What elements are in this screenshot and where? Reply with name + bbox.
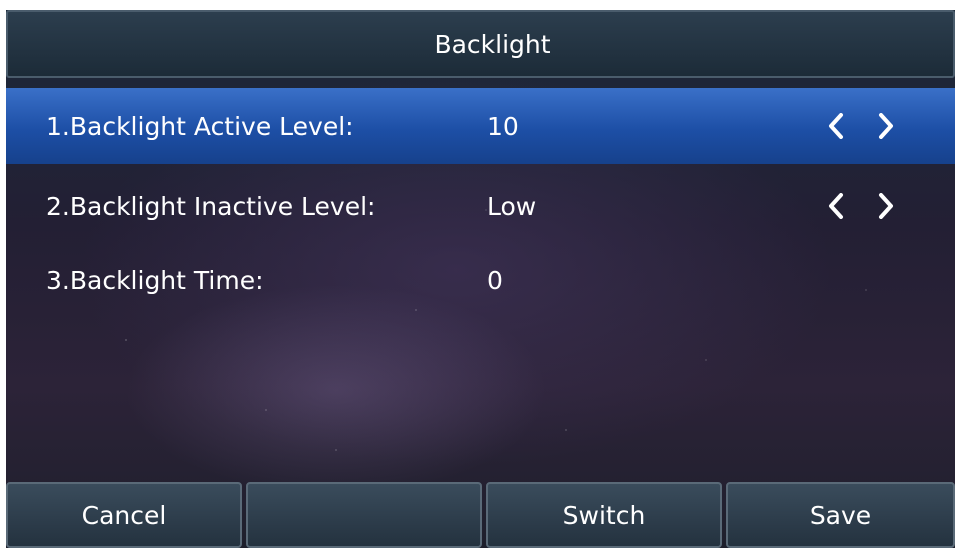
cancel-button[interactable]: Cancel (6, 482, 242, 548)
phone-screen: Backlight 1.Backlight Active Level: 10 2… (0, 0, 955, 548)
menu-item-backlight-active-level[interactable]: 1.Backlight Active Level: 10 (6, 88, 955, 164)
chevron-left-icon[interactable] (821, 106, 851, 146)
empty-softkey[interactable] (246, 482, 482, 548)
menu-item-backlight-time[interactable]: 3.Backlight Time: 0 (6, 242, 955, 318)
menu-item-value: 0 (487, 265, 503, 295)
chevron-right-icon[interactable] (871, 186, 901, 226)
chevron-left-icon[interactable] (821, 186, 851, 226)
menu-item-label: 3.Backlight Time: (46, 265, 264, 295)
value-switcher (821, 186, 901, 226)
page-title: Backlight (434, 29, 551, 59)
value-switcher (821, 106, 901, 146)
chevron-right-icon[interactable] (871, 106, 901, 146)
menu-item-label: 1.Backlight Active Level: (46, 111, 354, 141)
switch-button[interactable]: Switch (486, 482, 722, 548)
save-button[interactable]: Save (726, 482, 955, 548)
menu-item-backlight-inactive-level[interactable]: 2.Backlight Inactive Level: Low (6, 168, 955, 244)
display-area: Backlight 1.Backlight Active Level: 10 2… (6, 10, 955, 548)
title-bar: Backlight (6, 10, 955, 78)
menu-item-value: 10 (487, 111, 519, 141)
menu-item-label: 2.Backlight Inactive Level: (46, 191, 376, 221)
menu-item-value: Low (487, 191, 537, 221)
softkey-bar: Cancel Switch Save (6, 482, 955, 548)
